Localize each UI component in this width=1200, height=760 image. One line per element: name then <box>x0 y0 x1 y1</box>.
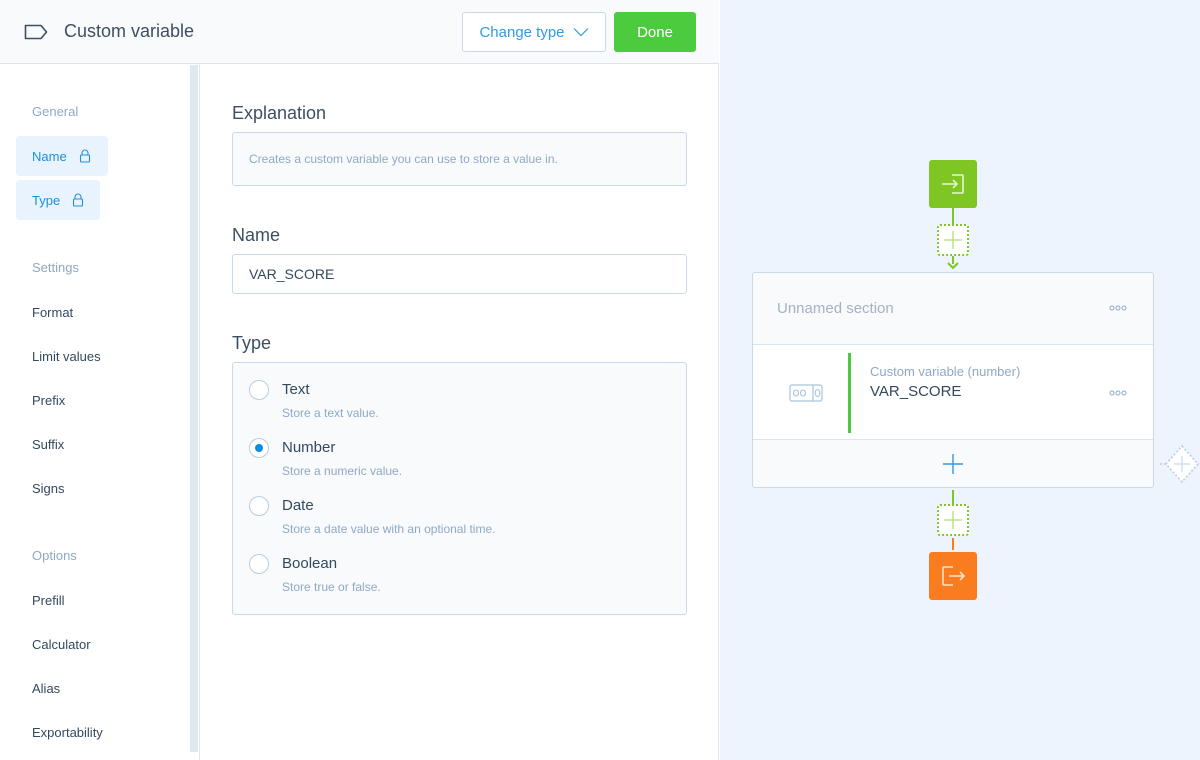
end-node[interactable] <box>929 552 977 600</box>
connector-line <box>952 538 954 550</box>
option-label: Number <box>282 439 336 456</box>
start-node[interactable] <box>929 160 977 208</box>
nav-group-options: Options <box>32 548 77 563</box>
option-description: Store true or false. <box>282 580 381 594</box>
type-label: Type <box>232 333 272 353</box>
arrow-down-icon <box>947 262 959 270</box>
sign-out-icon <box>942 566 966 586</box>
explanation-text: Creates a custom variable you can use to… <box>232 132 687 186</box>
type-radio-group: Text Store a text value. Number Store a … <box>232 362 687 615</box>
connector-line <box>952 490 954 504</box>
add-block-button[interactable] <box>753 441 1153 487</box>
variable-block[interactable]: Custom variable (number) VAR_SCORE <box>753 344 1153 440</box>
sidebar-item-limit-values[interactable]: Limit values <box>32 349 101 364</box>
option-description: Store a numeric value. <box>282 464 403 478</box>
sidebar-item-exportability[interactable]: Exportability <box>32 725 103 740</box>
done-button[interactable]: Done <box>614 12 696 52</box>
sidebar-item-format[interactable]: Format <box>32 305 73 320</box>
nav-group-settings: Settings <box>32 260 79 275</box>
lock-icon <box>73 193 84 207</box>
option-description: Store a date value with an optional time… <box>282 522 496 536</box>
block-type: Custom variable (number) <box>870 364 1021 379</box>
sidebar-item-prefill[interactable]: Prefill <box>32 593 65 608</box>
sidebar-item-name[interactable]: Name <box>16 136 108 176</box>
section-card: Unnamed section Custom variable (number)… <box>752 272 1154 488</box>
sidebar-item-type[interactable]: Type <box>16 180 100 220</box>
sidebar-item-label: Type <box>32 192 61 208</box>
sidebar-divider <box>199 65 200 760</box>
sidebar-item-label: Name <box>32 148 67 164</box>
sidebar-item-calculator[interactable]: Calculator <box>32 637 91 652</box>
add-parallel-section-button[interactable] <box>1160 444 1200 484</box>
chevron-down-icon <box>573 28 588 37</box>
sidebar-item-suffix[interactable]: Suffix <box>32 437 64 452</box>
plus-icon <box>944 511 962 529</box>
sidebar-nav: General Name Type Settings Format Limit … <box>0 65 190 760</box>
more-options-icon[interactable] <box>1109 389 1127 397</box>
block-name: VAR_SCORE <box>870 383 962 400</box>
sidebar-item-alias[interactable]: Alias <box>32 681 60 696</box>
radio-button[interactable] <box>249 380 269 400</box>
name-label: Name <box>232 225 281 245</box>
editor-header: Custom variable Change type Done <box>0 0 719 64</box>
option-label: Text <box>282 381 310 398</box>
option-label: Boolean <box>282 555 338 572</box>
sidebar-item-signs[interactable]: Signs <box>32 481 65 496</box>
radio-button[interactable] <box>249 496 269 516</box>
custom-variable-icon <box>789 384 823 402</box>
tag-icon <box>24 24 48 40</box>
change-type-label: Change type <box>479 23 565 41</box>
sidebar-scrollbar[interactable] <box>190 65 198 752</box>
page-title: Custom variable <box>64 21 195 41</box>
sidebar-item-prefix[interactable]: Prefix <box>32 393 65 408</box>
editor-panel: Custom variable Change type Done General… <box>0 0 719 760</box>
connector-line <box>952 208 954 224</box>
option-label: Date <box>282 497 314 514</box>
lock-icon <box>79 149 90 163</box>
plus-icon <box>944 231 962 249</box>
more-options-icon[interactable] <box>1109 304 1127 312</box>
block-accent-bar <box>848 353 851 433</box>
option-description: Store a text value. <box>282 406 379 420</box>
add-step-button[interactable] <box>937 504 969 536</box>
radio-button-checked[interactable] <box>249 438 269 458</box>
flow-canvas[interactable]: Unnamed section Custom variable (number)… <box>720 0 1200 760</box>
radio-button[interactable] <box>249 554 269 574</box>
explanation-label: Explanation <box>232 103 327 123</box>
sign-in-icon <box>942 174 964 194</box>
nav-group-general: General <box>32 104 79 119</box>
change-type-button[interactable]: Change type <box>462 12 606 52</box>
plus-icon <box>943 454 963 474</box>
add-step-button[interactable] <box>937 224 969 256</box>
name-input[interactable] <box>232 254 687 294</box>
section-title[interactable]: Unnamed section <box>777 300 894 317</box>
